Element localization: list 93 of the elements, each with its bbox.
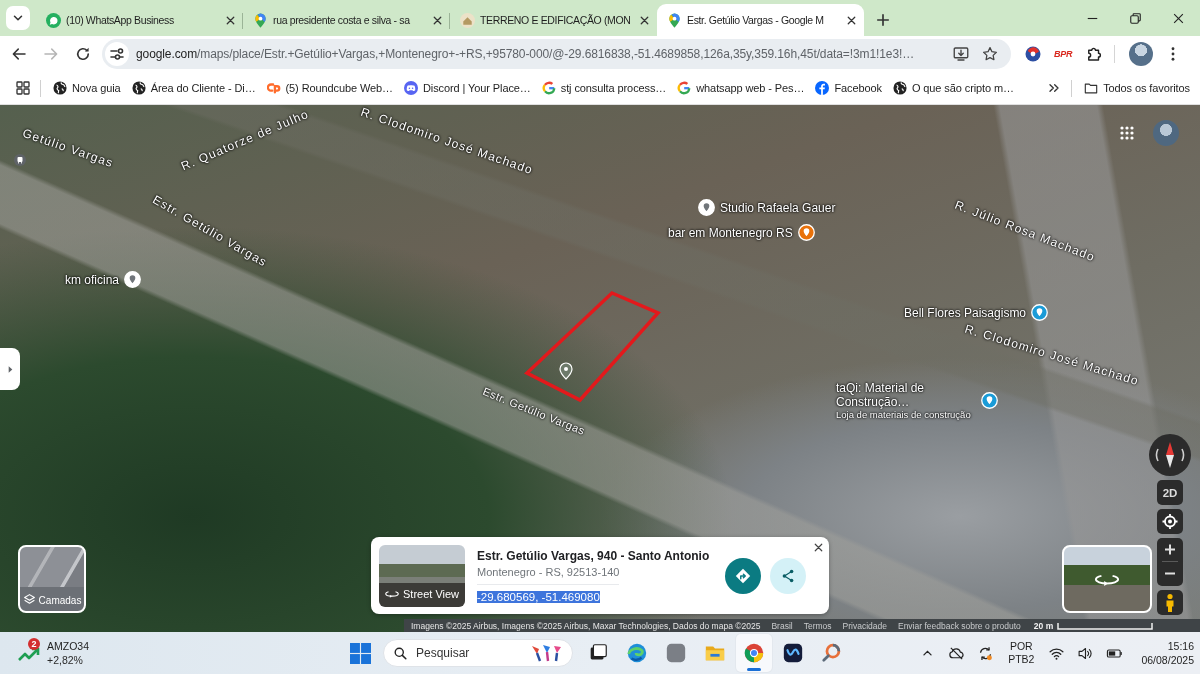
install-app-icon[interactable]	[952, 45, 970, 63]
bookmark-item[interactable]: O que são cripto m…	[892, 81, 1014, 95]
colored-ring-icon	[677, 81, 692, 95]
new-tab-icon[interactable]	[874, 11, 892, 29]
street-view-photo[interactable]: Street View	[379, 544, 465, 607]
browser-tab[interactable]: Estr. Getúlio Vargas - Google M	[657, 4, 864, 36]
place-title: Estr. Getúlio Vargas, 940 - Santo Antonio	[477, 548, 710, 563]
bookmark-item[interactable]: (5) Roundcube Web…	[266, 81, 393, 95]
chat-bubble-icon	[46, 12, 61, 28]
layers-icon	[22, 593, 36, 606]
bookmark-item[interactable]: Nova guia	[53, 81, 121, 95]
place-pin-icon[interactable]	[981, 392, 998, 409]
coordinates-text[interactable]: -29.680569, -51.469080	[477, 590, 600, 603]
footer-link[interactable]: Brasil	[771, 620, 793, 631]
bookmark-item[interactable]: Discord | Your Place…	[404, 81, 531, 95]
map-credits: Imagens ©2025 Airbus, Imagens ©2025 Airbus, Maxar Technologies, Dados do mapa ©2025	[411, 620, 761, 631]
scale-label: 20 m	[1033, 620, 1054, 631]
footer-link[interactable]: Privacidade	[842, 620, 887, 631]
clock-button[interactable]: 15:16 06/08/2025	[1141, 639, 1194, 667]
all-bookmarks-item[interactable]: Todos os favoritos	[1084, 81, 1190, 95]
place-label[interactable]: Studio Rafaela Gauer	[720, 200, 836, 215]
address-bar[interactable]: google.com/maps/place/Estr.+Getúlio+Vargas,+Montenegro+-+RS,+95780-000/@-29.6816838,-51.4689858,126a,35y,359.16h,45t/data=!3m1!1e3!…	[102, 39, 1011, 69]
extensions-icon[interactable]	[1085, 45, 1104, 63]
directions-button[interactable]	[725, 557, 761, 594]
footer-link[interactable]: Enviar feedback sobre o produto	[897, 620, 1021, 631]
share-button[interactable]	[770, 557, 806, 594]
browser-tab[interactable]: (10) WhatsApp Business	[36, 4, 243, 36]
map-pin-icon	[559, 362, 573, 380]
place-label[interactable]: Bell Flores Paisagismo	[904, 305, 1027, 320]
compass-icon[interactable]	[1149, 434, 1191, 476]
bookmark-item[interactable]: whatsapp web - Pes…	[677, 81, 805, 95]
ring-logo-icon	[821, 642, 843, 664]
view-toggle-button[interactable]: 2D	[1157, 480, 1183, 505]
tab-search-button[interactable]	[6, 6, 30, 30]
bookmark-star-icon[interactable]	[981, 45, 999, 63]
place-label[interactable]: taQi: Material de Construção…	[836, 381, 976, 409]
colored-ring-icon	[541, 81, 556, 95]
stock-change: +2,82%	[47, 653, 84, 667]
taskbar-search-field[interactable]: Pesquisar	[383, 639, 573, 667]
layers-button[interactable]: Camadas	[18, 545, 86, 613]
place-address: Montenegro - RS, 92513-140	[477, 565, 620, 585]
street-view-label: Street View	[403, 587, 460, 600]
apps-grid-icon[interactable]	[1119, 125, 1135, 141]
wave-logo-icon	[626, 642, 648, 664]
place-pin-icon[interactable]	[124, 271, 142, 288]
search-icon	[393, 645, 408, 661]
swirl-logo-icon	[266, 81, 281, 95]
place-category: Loja de materiais de construção	[836, 409, 972, 420]
map-pin-icon	[667, 12, 682, 28]
place-label[interactable]: bar em Montenegro RS	[668, 225, 793, 240]
round-logo-icon	[815, 81, 830, 95]
place-pin-icon[interactable]	[698, 199, 715, 216]
share-icon	[780, 567, 796, 584]
close-icon[interactable]	[812, 541, 825, 554]
folder-icon	[1084, 81, 1099, 95]
sync-icon[interactable]	[977, 644, 995, 662]
place-label[interactable]: km oficina	[65, 272, 120, 287]
globe-icon	[131, 81, 146, 95]
stock-ticker[interactable]: AMZO34	[47, 639, 89, 653]
rotate-360-icon	[385, 588, 399, 598]
account-avatar[interactable]	[1153, 120, 1179, 146]
place-pin-icon[interactable]	[1031, 304, 1049, 321]
app-tile-icon	[665, 642, 687, 664]
bookmark-item[interactable]: Facebook	[815, 81, 882, 95]
globe-icon	[53, 81, 67, 95]
map-pin-icon	[253, 12, 268, 28]
extension-logo[interactable]: BPR	[1054, 49, 1073, 59]
directions-icon	[734, 566, 752, 585]
browser-tab[interactable]: TERRENO E EDIFICAÇÃO (MON	[450, 4, 657, 36]
street-view-thumbnail[interactable]	[1062, 545, 1152, 613]
footer-link[interactable]: Termos	[803, 620, 832, 631]
start-icon[interactable]	[350, 642, 371, 664]
gamepad-icon	[404, 81, 418, 95]
back-icon[interactable]	[10, 45, 28, 63]
site-info-icon[interactable]	[105, 42, 129, 66]
reload-icon[interactable]	[74, 45, 92, 63]
apps-icon[interactable]	[15, 80, 31, 96]
side-panel-toggle[interactable]	[0, 348, 20, 390]
circle-logo-icon	[743, 642, 765, 664]
map-marker-icon	[14, 154, 26, 166]
bookmark-item[interactable]: stj consulta process…	[541, 81, 667, 95]
wave-tile-icon	[782, 642, 804, 664]
input-language-button[interactable]: POR PTB2	[1008, 640, 1035, 666]
globe-ball-icon[interactable]	[1024, 45, 1042, 63]
profile-avatar[interactable]	[1129, 42, 1154, 66]
house-icon	[460, 12, 475, 28]
browser-tab[interactable]: rua presidente costa e silva - sa	[243, 4, 450, 36]
place-pin-icon[interactable]	[797, 224, 815, 241]
bookmark-item[interactable]: Área do Cliente - Di…	[131, 81, 256, 95]
notification-badge: 2	[28, 638, 40, 650]
my-location-icon[interactable]	[1157, 509, 1183, 534]
pegman-icon[interactable]	[1157, 590, 1183, 615]
globe-icon	[892, 81, 907, 95]
